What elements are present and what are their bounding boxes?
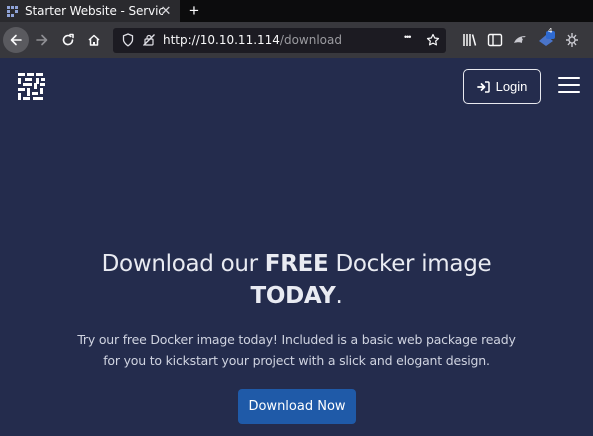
hero-description: Try our free Docker image today! Include… bbox=[77, 332, 516, 368]
hero-title-period: . bbox=[335, 283, 343, 309]
back-button[interactable] bbox=[3, 27, 29, 53]
browser-tab-active[interactable]: Starter Website - Service ✕ bbox=[0, 0, 180, 22]
url-text: http://10.10.11.114/download bbox=[163, 33, 342, 47]
hero-title-part: Download our bbox=[101, 251, 265, 277]
hero-title-free: FREE bbox=[264, 251, 329, 277]
page-content: Login Download our FREE Docker image TODA… bbox=[0, 58, 593, 436]
tab-strip: Starter Website - Service ✕ + bbox=[0, 0, 593, 22]
tab-title: Starter Website - Service bbox=[25, 4, 163, 18]
url-host: http://10.10.11.114 bbox=[163, 33, 280, 47]
arrow-right-icon bbox=[36, 34, 48, 46]
reload-icon bbox=[62, 33, 74, 46]
sidebar-icon[interactable] bbox=[486, 31, 504, 49]
hero-title: Download our FREE Docker image TODAY. bbox=[0, 248, 593, 312]
site-favicon-icon bbox=[7, 5, 18, 17]
extension-bug-icon[interactable] bbox=[563, 31, 581, 49]
new-tab-button[interactable]: + bbox=[185, 1, 203, 21]
sign-in-icon bbox=[476, 80, 490, 93]
hero-title-part: Docker image bbox=[328, 251, 492, 277]
arrow-left-icon bbox=[10, 34, 22, 46]
login-label: Login bbox=[495, 79, 528, 94]
navigation-toolbar: http://10.10.11.114/download ••• 4 bbox=[0, 22, 593, 58]
insecure-connection-icon[interactable] bbox=[142, 33, 156, 47]
site-logo-icon[interactable] bbox=[17, 72, 47, 102]
hamburger-menu-icon[interactable] bbox=[558, 77, 580, 95]
tab-close-icon[interactable]: ✕ bbox=[159, 4, 173, 18]
extension-dragon-icon[interactable] bbox=[511, 31, 529, 49]
extension-badge-count: 4 bbox=[548, 27, 553, 35]
reload-button[interactable] bbox=[56, 28, 80, 52]
url-path: /download bbox=[279, 33, 342, 47]
home-button[interactable] bbox=[82, 28, 106, 52]
address-bar[interactable]: http://10.10.11.114/download ••• bbox=[113, 28, 446, 53]
page-actions-icon[interactable]: ••• bbox=[404, 32, 412, 42]
hero-title-today: TODAY bbox=[250, 283, 336, 309]
home-icon bbox=[88, 34, 100, 46]
bookmark-star-icon[interactable] bbox=[426, 33, 440, 47]
login-button[interactable]: Login bbox=[463, 69, 541, 104]
library-icon[interactable] bbox=[461, 31, 479, 49]
shield-icon[interactable] bbox=[122, 33, 134, 47]
forward-button[interactable] bbox=[30, 28, 54, 52]
download-now-button[interactable]: Download Now bbox=[238, 389, 356, 424]
